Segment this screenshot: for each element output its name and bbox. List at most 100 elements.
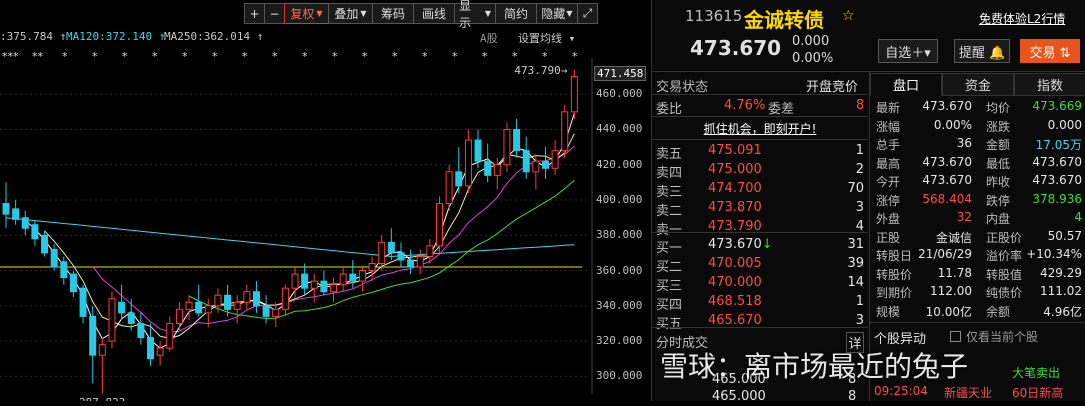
- stock-move-row: 09:25:04 新疆天业 60日新高: [874, 384, 1084, 401]
- candle-up: [310, 280, 318, 289]
- detail-row: 总手 36 金额 17.05万: [874, 136, 1084, 153]
- ask-level-row[interactable]: 卖二 473.870 3: [652, 200, 868, 219]
- detail-row: 最新 473.670 均价 473.669: [874, 99, 1084, 116]
- candle-up: [436, 203, 443, 247]
- tab-zijin[interactable]: 资金: [942, 73, 1014, 96]
- stock-move-time: 09:25:04: [874, 384, 928, 398]
- level-label: 买二: [656, 260, 683, 275]
- detail-value: 473.670: [922, 154, 972, 169]
- stock-move-event: 大笔卖出: [1012, 366, 1061, 380]
- detail-key: 今开: [876, 175, 901, 189]
- ask-level-row[interactable]: 卖四 475.000 2: [652, 162, 868, 181]
- bid-level-row[interactable]: 买四 468.518 1: [652, 294, 868, 313]
- level-volume: 3: [855, 200, 864, 215]
- kline-chart-panel[interactable]: + − 复权 ▼ 叠加 ▼ 筹码 画线 显示 ▼ 简约 隐藏 ▼ ⤢ :375.784 …: [0, 0, 647, 401]
- tab-zhishu[interactable]: 指数: [1014, 73, 1085, 96]
- candle-up: [532, 160, 540, 173]
- quote-panel: 113615 金诚转债 ☆ 免费体验L2行情 473.670 0.000 0.0…: [651, 0, 1085, 404]
- detail-value: 378.936: [1032, 191, 1082, 206]
- detail-value: 111.02: [1040, 284, 1082, 298]
- level-label: 买一: [656, 241, 683, 256]
- level-price: 468.518: [708, 294, 762, 309]
- stock-name: 金诚转债: [744, 8, 824, 32]
- detail-row: 转股价 11.78 转股值 429.29: [874, 266, 1084, 283]
- watchlist-button[interactable]: 自选＋▾: [878, 39, 938, 63]
- weicha-value: 8: [856, 98, 865, 113]
- stock-code: 113615: [685, 7, 743, 25]
- level-label: 买四: [656, 298, 683, 313]
- level-label: 卖五: [656, 147, 683, 162]
- detail-row: 外盘 32 内盘 4: [874, 210, 1084, 227]
- level-label: 卖二: [656, 204, 683, 219]
- bid-level-row[interactable]: 买一 473.670↓ 31: [652, 237, 868, 256]
- y-tick-label: 320.000: [596, 334, 643, 348]
- divider: [652, 232, 868, 233]
- detail-key: 纯债价: [986, 286, 1023, 300]
- divider: [652, 139, 868, 140]
- level-label: 卖一: [656, 223, 683, 238]
- candle-up: [368, 263, 376, 272]
- level-volume: 14: [847, 275, 864, 290]
- level-price: 473.870: [708, 200, 762, 215]
- candle-up: [233, 301, 241, 310]
- candle-up: [272, 308, 280, 317]
- detail-value: 金诚信: [935, 230, 972, 245]
- detail-value: 0.00%: [933, 117, 972, 132]
- alert-button[interactable]: 提醒 🔔: [954, 39, 1010, 63]
- candle-up: [185, 301, 193, 310]
- star-icon[interactable]: ☆: [842, 8, 855, 24]
- ask-level-row[interactable]: 卖五 475.091 1: [652, 143, 868, 162]
- high-price-label: 473.790→: [514, 64, 567, 77]
- detail-value: 0.000: [1047, 117, 1082, 132]
- detail-row: 到期价 112.00 纯债价 111.02: [874, 284, 1084, 301]
- open-account-link[interactable]: 抓住机会，即刻开户!: [652, 120, 868, 137]
- candle-up: [108, 298, 116, 342]
- candle-down: [455, 171, 463, 187]
- candle-up: [156, 347, 164, 356]
- divider: [652, 116, 868, 117]
- detail-key: 转股值: [986, 267, 1023, 282]
- candle-down: [541, 160, 549, 169]
- candle-down: [137, 322, 145, 339]
- candle-down: [147, 337, 154, 360]
- candle-down: [118, 301, 126, 314]
- trade-row: 465.000 8: [652, 389, 868, 406]
- detail-key: 转股日: [876, 249, 913, 263]
- candle-down: [320, 280, 328, 293]
- watermark-text: 雪球：离市场最近的兔子: [660, 350, 969, 383]
- detail-value: 4: [1074, 210, 1082, 224]
- detail-value: 36: [956, 136, 972, 150]
- detail-row: 正股 金诚信 正股价 50.57: [874, 229, 1084, 246]
- candle-down: [397, 252, 405, 261]
- stock-move-event: 60日新高: [1012, 386, 1064, 400]
- only-current-checkbox[interactable]: [950, 331, 961, 342]
- y-tick-label: 340.000: [596, 298, 643, 312]
- ask-level-row[interactable]: 卖三 474.700 70: [652, 181, 868, 200]
- bid-level-row[interactable]: 买二 470.005 39: [652, 256, 868, 275]
- y-tick-label: 360.000: [596, 263, 643, 277]
- detail-value: 112.00: [930, 284, 972, 298]
- trade-button[interactable]: 交易 ⇅: [1020, 39, 1080, 63]
- candle-down: [2, 203, 10, 215]
- detail-key: 昨收: [986, 175, 1011, 189]
- weicha-label: 委差: [768, 102, 795, 117]
- candle-down: [513, 128, 521, 152]
- detail-value: 17.05万: [1035, 138, 1082, 152]
- candle-down: [301, 273, 309, 289]
- detail-key: 均价: [986, 101, 1011, 115]
- tab-pankou[interactable]: 盘口: [870, 73, 942, 96]
- detail-value: 473.670: [1032, 173, 1082, 187]
- level-volume: 2: [855, 162, 864, 177]
- l2-upgrade-link[interactable]: 免费体验L2行情: [979, 10, 1065, 27]
- candle-down: [21, 217, 29, 229]
- level-price: 470.005: [708, 256, 762, 271]
- detail-key: 余额: [986, 304, 1011, 319]
- ask-level-row[interactable]: 卖一 473.790 4: [652, 219, 868, 238]
- candle-down: [522, 150, 530, 173]
- candlestick-plot: ←287.823 473.790→: [0, 58, 593, 401]
- detail-key: 涨停: [876, 193, 901, 208]
- current-price-tag: 471.458: [594, 66, 647, 82]
- level-volume: 1: [855, 294, 864, 309]
- bid-level-row[interactable]: 买三 470.000 14: [652, 275, 868, 294]
- level-price: 475.091: [708, 143, 762, 158]
